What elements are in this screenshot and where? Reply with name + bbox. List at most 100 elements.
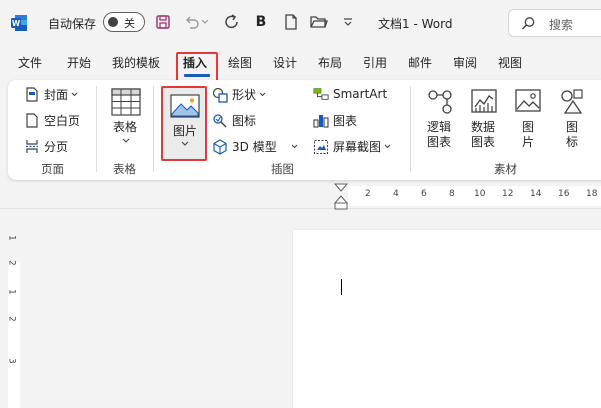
ruler-tick-label: 1	[6, 289, 17, 295]
table-button[interactable]	[111, 88, 141, 116]
3d-models-label: 3D 模型	[232, 140, 277, 154]
screenshot-label: 屏幕截图	[333, 140, 382, 154]
stock-icon-label-line1: 图	[566, 120, 579, 134]
blank-page-label: 空白页	[44, 114, 81, 128]
logic-chart-label-line1: 逻辑	[427, 120, 452, 134]
ruler-tick-label: 4	[393, 189, 399, 199]
insert-tab-highlight	[176, 52, 218, 82]
text-cursor	[341, 279, 342, 295]
cover-page-label: 封面	[44, 88, 69, 102]
ruler-tick-label: 10	[474, 189, 486, 199]
cover-page-icon	[24, 87, 40, 103]
ruler-tick-label: 14	[530, 189, 542, 199]
data-chart-button[interactable]	[471, 88, 497, 119]
group-divider	[153, 86, 154, 172]
tab-my-templates[interactable]: 我的模板	[112, 54, 160, 71]
ruler-tick-label: 1	[6, 235, 17, 241]
chart-label: 图表	[333, 114, 358, 128]
toggle-knob	[108, 17, 118, 27]
document-page[interactable]	[293, 230, 601, 408]
redo-icon[interactable]	[222, 12, 242, 32]
ruler-tick-label: 16	[558, 189, 570, 199]
data-chart-label-line2: 图表	[471, 135, 496, 149]
page-break-icon	[24, 139, 40, 155]
smartart-button[interactable]: SmartArt	[313, 86, 387, 102]
document-title: 文档1 - Word	[378, 17, 453, 31]
logic-chart-button[interactable]	[427, 88, 453, 119]
table-icon	[111, 88, 141, 116]
page-break-button[interactable]: 分页	[24, 138, 68, 155]
screenshot-icon	[313, 139, 329, 155]
chevron-down-icon	[181, 141, 189, 146]
page-break-label: 分页	[44, 140, 69, 154]
table-group-label: 表格	[113, 162, 136, 176]
tab-references[interactable]: 引用	[363, 54, 387, 71]
chevron-down-icon	[122, 138, 130, 143]
screenshot-button[interactable]: 屏幕截图	[313, 138, 391, 155]
stock-picture-label-line2: 片	[522, 135, 535, 149]
chevron-down-icon	[384, 144, 391, 149]
stock-picture-button[interactable]	[515, 88, 541, 117]
search-icon	[522, 17, 535, 30]
shapes-label: 形状	[232, 88, 257, 102]
tab-layout[interactable]: 布局	[318, 54, 342, 71]
undo-dropdown-icon[interactable]	[198, 12, 212, 32]
stock-picture-label-line1: 图	[522, 120, 535, 134]
logic-chart-icon	[428, 90, 452, 114]
blank-page-button[interactable]: 空白页	[24, 112, 80, 129]
toggle-state-label: 关	[124, 17, 135, 30]
tab-view[interactable]: 视图	[498, 54, 522, 71]
picture-label: 图片	[173, 124, 198, 138]
autosave-label: 自动保存	[48, 17, 97, 31]
group-divider	[96, 86, 97, 172]
chevron-down-icon	[71, 92, 78, 97]
shapes-button[interactable]: 形状	[212, 86, 266, 103]
stock-icon-button[interactable]	[559, 88, 585, 119]
picture-icon	[170, 94, 200, 118]
open-folder-icon[interactable]	[309, 12, 329, 32]
logic-chart-label-line2: 图表	[427, 135, 452, 149]
cube-icon	[212, 138, 228, 155]
tab-mailings[interactable]: 邮件	[408, 54, 432, 71]
stock-picture-icon	[515, 89, 541, 112]
customize-toolbar-icon[interactable]	[338, 12, 358, 32]
ruler-tick-label: 3	[6, 358, 17, 364]
tab-home[interactable]: 开始	[67, 54, 91, 71]
ruler-tick-label: 2	[365, 189, 371, 199]
3d-models-button[interactable]: 3D 模型	[212, 138, 298, 155]
svg-text:W: W	[12, 19, 21, 28]
title-bar: W 自动保存 关 B 文档1 - Word 搜索	[0, 0, 601, 46]
ruler-tick-label: 18	[586, 189, 598, 199]
chevron-down-icon	[259, 92, 266, 97]
chart-button[interactable]: 图表	[313, 112, 357, 129]
picture-button[interactable]: 图片	[161, 86, 207, 161]
tab-review[interactable]: 审阅	[453, 54, 477, 71]
new-document-icon[interactable]	[281, 12, 301, 32]
table-label: 表格	[113, 120, 138, 134]
ruler-tick-label: 2	[6, 260, 17, 266]
shapes-icon	[212, 87, 228, 103]
pages-group-label: 页面	[41, 162, 64, 176]
stock-icon-label-line2: 标	[566, 135, 579, 149]
stock-icon-icon	[561, 89, 583, 114]
tab-design[interactable]: 设计	[273, 54, 297, 71]
cover-page-button[interactable]: 封面	[24, 86, 78, 103]
search-placeholder: 搜索	[549, 18, 574, 32]
data-chart-icon	[471, 89, 497, 113]
tab-file[interactable]: 文件	[18, 54, 42, 71]
active-tab-indicator	[184, 74, 210, 77]
autosave-toggle[interactable]: 关	[103, 12, 145, 32]
tab-draw[interactable]: 绘图	[228, 54, 252, 71]
ruler-tick-label: 2	[6, 316, 17, 322]
blank-page-icon	[24, 113, 40, 129]
bold-button[interactable]: B	[251, 12, 271, 32]
ruler-tick-label: 6	[421, 189, 427, 199]
search-input[interactable]: 搜索	[508, 9, 601, 37]
ruler-tick-label: 12	[502, 189, 514, 199]
save-icon[interactable]	[153, 12, 173, 32]
icons-button[interactable]: 图标	[212, 112, 256, 129]
chart-icon	[313, 113, 329, 129]
illustrations-group-label: 插图	[271, 162, 294, 176]
indent-marker-icon[interactable]	[332, 183, 350, 211]
chevron-down-icon	[291, 144, 298, 149]
